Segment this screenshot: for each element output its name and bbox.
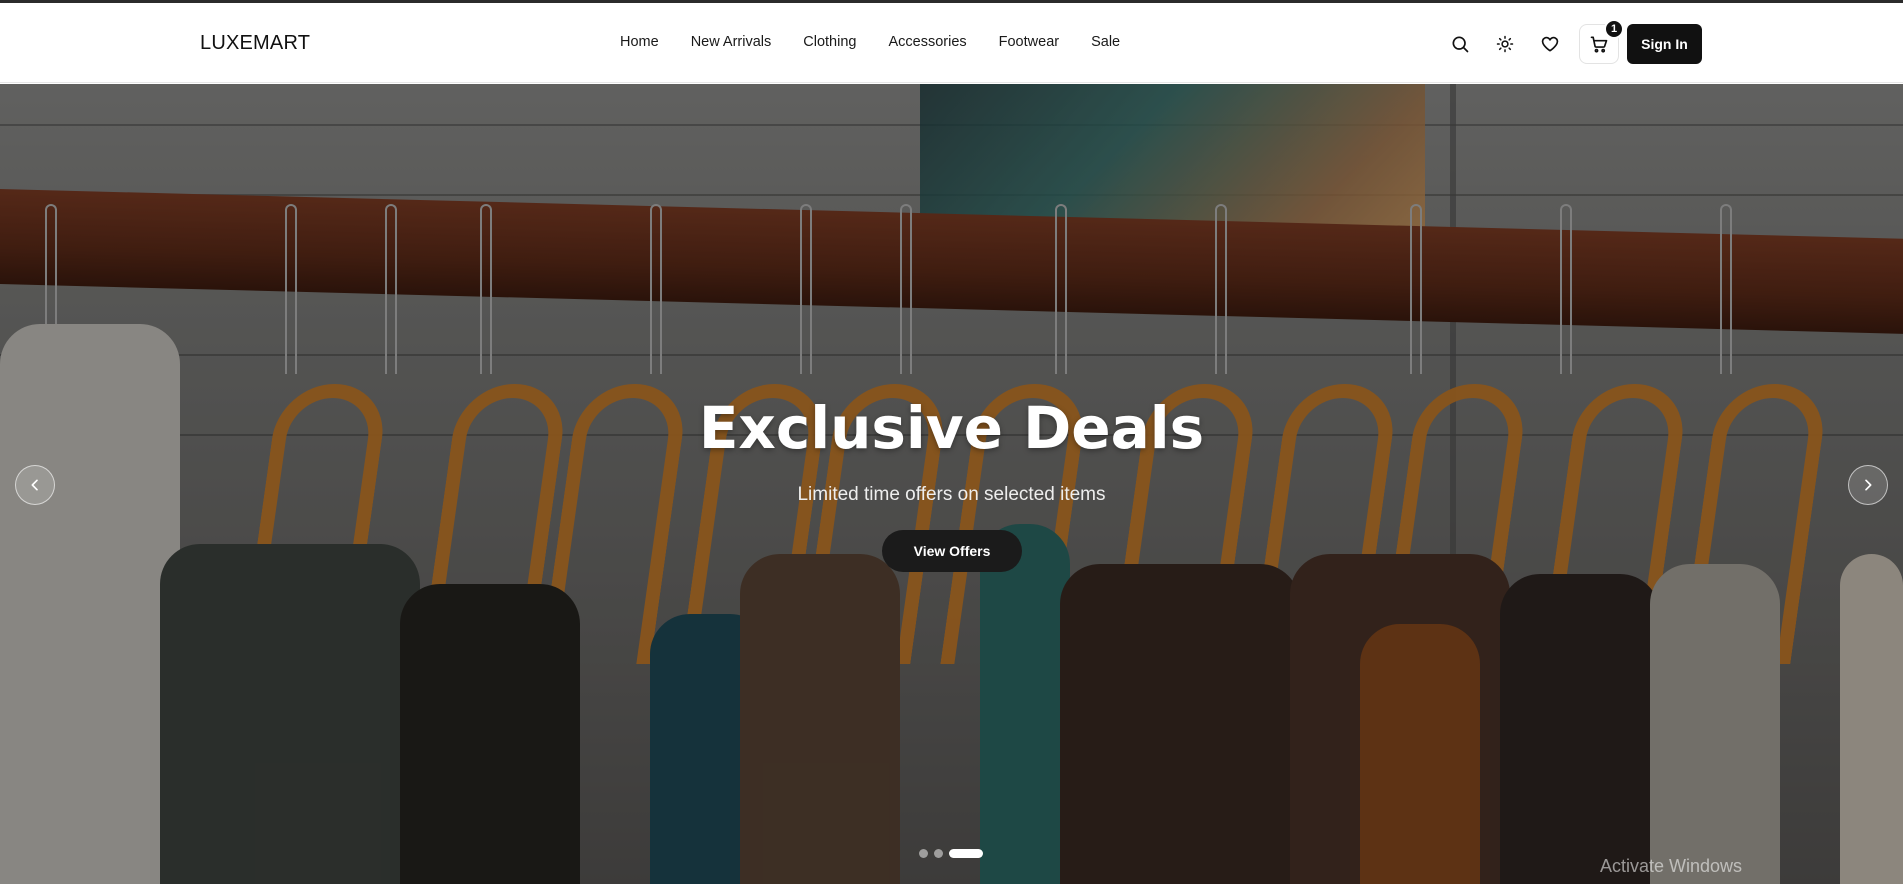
sun-icon	[1496, 35, 1514, 53]
main-nav: Home New Arrivals Clothing Accessories F…	[620, 34, 1152, 50]
nav-home[interactable]: Home	[620, 34, 659, 50]
nav-footwear[interactable]: Footwear	[999, 34, 1059, 50]
sign-in-button[interactable]: Sign In	[1627, 24, 1702, 64]
nav-clothing[interactable]: Clothing	[803, 34, 856, 50]
hero-carousel: Exclusive Deals Limited time offers on s…	[0, 84, 1903, 884]
header-actions: 1 Sign In	[1440, 19, 1702, 64]
heart-icon	[1541, 36, 1559, 52]
chevron-left-icon	[31, 479, 38, 491]
carousel-next-button[interactable]	[1848, 465, 1888, 505]
cart-button[interactable]: 1	[1579, 19, 1624, 64]
search-button[interactable]	[1440, 24, 1480, 64]
carousel-dot-active[interactable]	[949, 849, 983, 858]
carousel-indicators	[919, 849, 983, 858]
cart-icon	[1590, 36, 1608, 53]
carousel-dot[interactable]	[919, 849, 928, 858]
cart-count-badge: 1	[1604, 19, 1624, 39]
chevron-right-icon	[1865, 479, 1872, 491]
nav-accessories[interactable]: Accessories	[888, 34, 966, 50]
search-icon	[1452, 36, 1469, 53]
theme-toggle-button[interactable]	[1485, 24, 1525, 64]
hero-title: Exclusive Deals	[698, 394, 1205, 462]
carousel-prev-button[interactable]	[15, 465, 55, 505]
brand-logo[interactable]: LUXEMART	[200, 32, 310, 55]
view-offers-button[interactable]: View Offers	[882, 530, 1022, 572]
hero-subtitle: Limited time offers on selected items	[797, 484, 1106, 505]
site-header: LUXEMART Home New Arrivals Clothing Acce…	[0, 3, 1903, 83]
wishlist-button[interactable]	[1530, 24, 1570, 64]
windows-activation-watermark: Activate Windows	[1600, 856, 1743, 876]
nav-sale[interactable]: Sale	[1091, 34, 1120, 50]
nav-new-arrivals[interactable]: New Arrivals	[691, 34, 772, 50]
carousel-dot[interactable]	[934, 849, 943, 858]
